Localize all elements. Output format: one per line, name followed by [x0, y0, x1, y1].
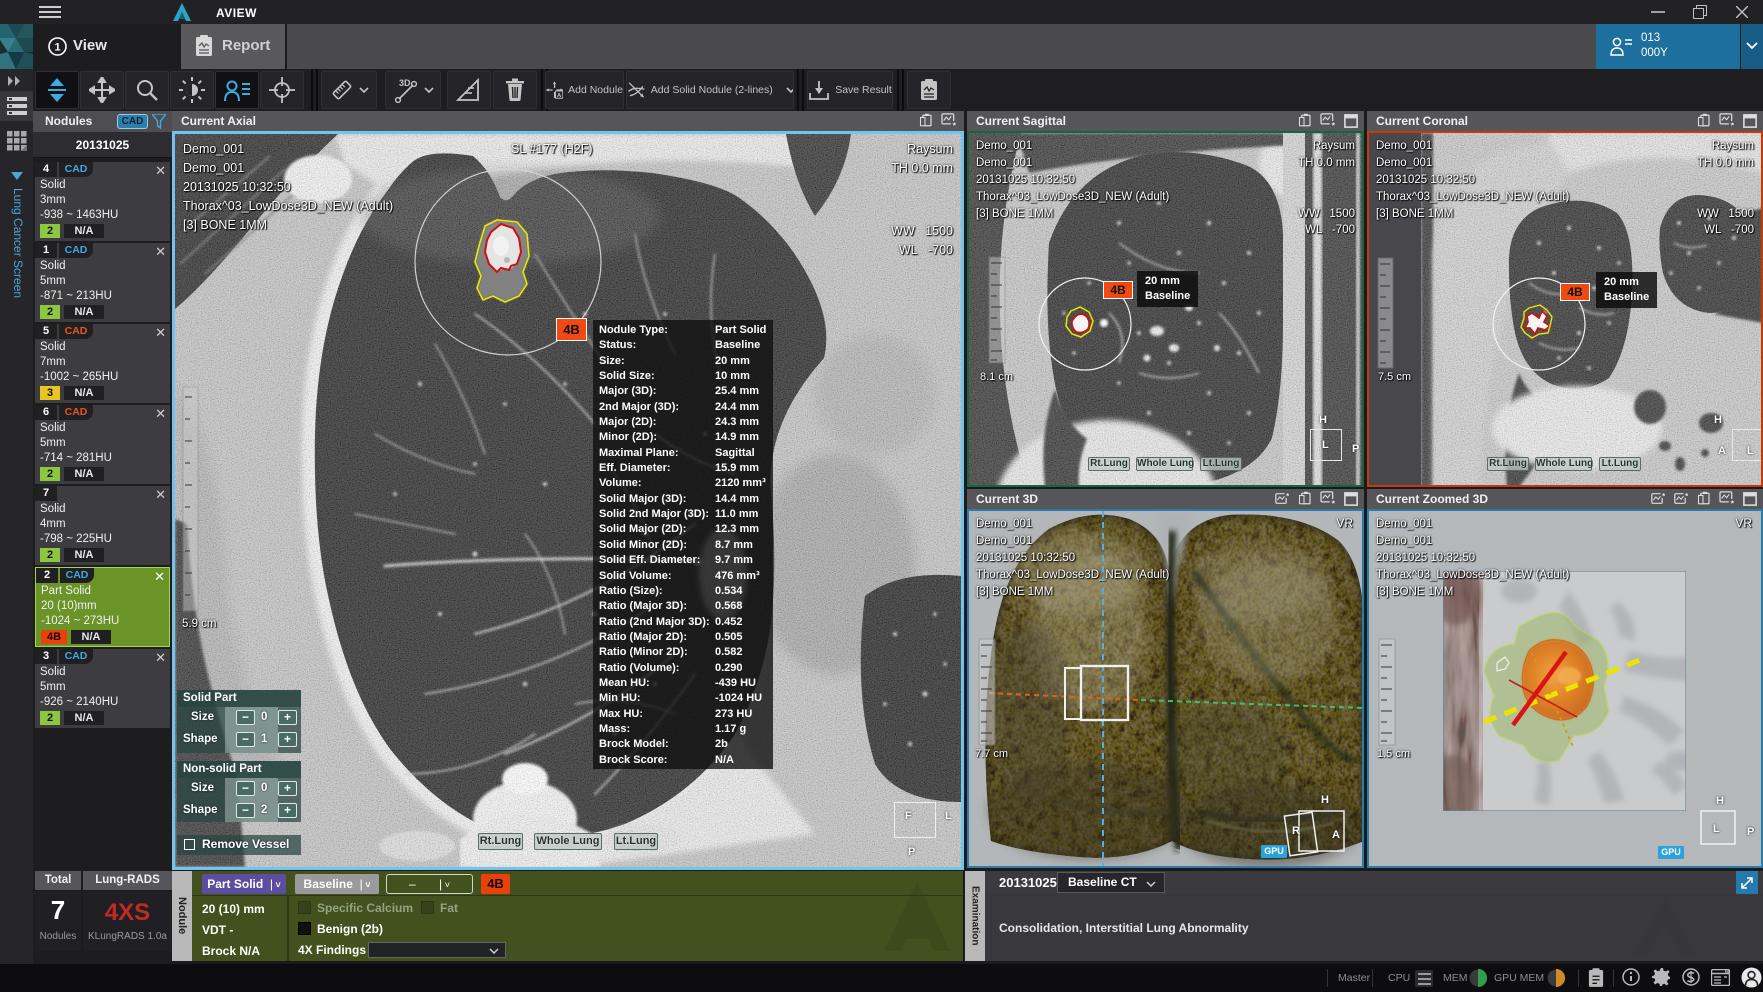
svg-text:3D: 3D	[399, 78, 411, 88]
svg-text:A: A	[557, 93, 562, 99]
svg-text:1: 1	[54, 42, 60, 54]
